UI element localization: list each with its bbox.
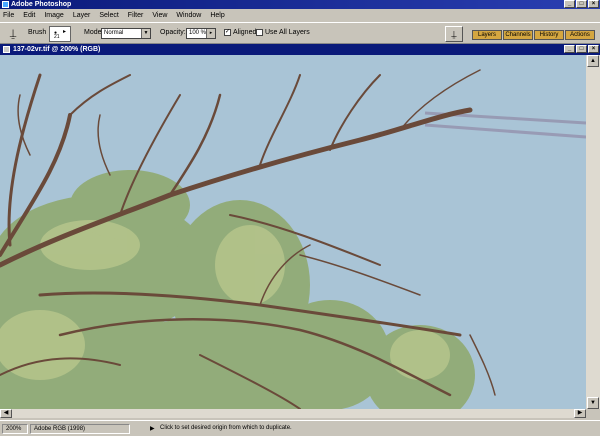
chevron-right-icon[interactable]: ▸	[206, 29, 215, 38]
opacity-label: Opacity:	[160, 29, 186, 36]
menu-window[interactable]: Window	[176, 12, 201, 19]
mode-value: Normal	[104, 30, 124, 36]
image-canvas[interactable]	[0, 55, 586, 409]
clone-stamp-icon: ⍊	[451, 29, 457, 39]
close-icon[interactable]: ×	[588, 45, 599, 53]
status-menu-icon[interactable]: ▶	[150, 425, 155, 432]
tool-preset-button[interactable]: ⍊	[445, 26, 463, 42]
brush-size: 21	[54, 34, 60, 40]
document-title: 137-02vr.tif @ 200% (RGB)	[13, 46, 101, 53]
palette-well: Layers Channels History Actions	[470, 26, 598, 42]
use-all-layers-label: Use All Layers	[265, 29, 310, 36]
aligned-checkbox[interactable]: ✓	[224, 29, 231, 36]
minimize-icon[interactable]: _	[564, 45, 575, 53]
app-title-bar[interactable]: Adobe Photoshop _ □ ×	[0, 0, 600, 9]
maximize-icon[interactable]: □	[576, 45, 587, 53]
photoshop-window: Adobe Photoshop _ □ × File Edit Image La…	[0, 0, 600, 436]
menu-view[interactable]: View	[152, 12, 167, 19]
menu-bar: File Edit Image Layer Select Filter View…	[0, 9, 600, 22]
scroll-left-icon[interactable]: ◀	[0, 409, 12, 418]
tab-history[interactable]: History	[534, 30, 564, 40]
clone-stamp-icon[interactable]: ⍊	[6, 27, 20, 41]
close-icon[interactable]: ×	[588, 0, 599, 8]
menu-help[interactable]: Help	[210, 12, 224, 19]
profile-field: Adobe RGB (1998)	[30, 424, 130, 434]
vertical-scrollbar[interactable]: ▲ ▼	[586, 55, 600, 409]
options-bar: ⍊ Brush ● 21 ▸ Mode: Normal ▼ Opacity: 1…	[0, 22, 600, 44]
opacity-field[interactable]: 100 % ▸	[186, 28, 216, 39]
use-all-layers-checkbox[interactable]	[256, 29, 263, 36]
scroll-right-icon[interactable]: ▶	[574, 409, 586, 418]
tab-channels[interactable]: Channels	[503, 30, 533, 40]
chevron-down-icon[interactable]: ▼	[141, 29, 150, 38]
brush-label: Brush	[28, 29, 47, 36]
document-title-bar[interactable]: 137-02vr.tif @ 200% (RGB) _ □ ×	[0, 44, 600, 55]
brush-picker[interactable]: ● 21	[49, 26, 71, 42]
scroll-up-icon[interactable]: ▲	[587, 55, 599, 67]
menu-file[interactable]: File	[3, 12, 14, 19]
minimize-icon[interactable]: _	[564, 0, 575, 8]
document-window-controls: _ □ ×	[564, 45, 599, 54]
status-bar: 200% Adobe RGB (1998) ▶ Click to set des…	[0, 420, 600, 436]
status-message: Click to set desired origin from which t…	[160, 425, 292, 431]
menu-image[interactable]: Image	[44, 12, 63, 19]
opacity-value: 100 %	[189, 30, 207, 36]
menu-edit[interactable]: Edit	[23, 12, 35, 19]
brush-dropdown-icon[interactable]: ▸	[63, 28, 66, 35]
photoshop-app-icon[interactable]	[2, 1, 9, 8]
photo-image	[0, 55, 586, 409]
document-icon[interactable]	[3, 46, 10, 53]
maximize-icon[interactable]: □	[576, 0, 587, 8]
zoom-field[interactable]: 200%	[2, 424, 28, 434]
scroll-down-icon[interactable]: ▼	[587, 397, 599, 409]
aligned-label: Aligned	[233, 29, 257, 36]
tab-actions[interactable]: Actions	[565, 30, 595, 40]
menu-filter[interactable]: Filter	[128, 12, 144, 19]
app-window-controls: _ □ ×	[564, 0, 599, 9]
horizontal-scrollbar[interactable]: ◀ ▶	[0, 409, 586, 418]
menu-layer[interactable]: Layer	[73, 12, 91, 19]
tab-layers[interactable]: Layers	[472, 30, 502, 40]
mode-select[interactable]: Normal ▼	[101, 28, 151, 39]
app-title: Adobe Photoshop	[11, 1, 72, 8]
menu-select[interactable]: Select	[99, 12, 118, 19]
document-window: 137-02vr.tif @ 200% (RGB) _ □ × ▲ ▼ ◀ ▶	[0, 44, 600, 418]
